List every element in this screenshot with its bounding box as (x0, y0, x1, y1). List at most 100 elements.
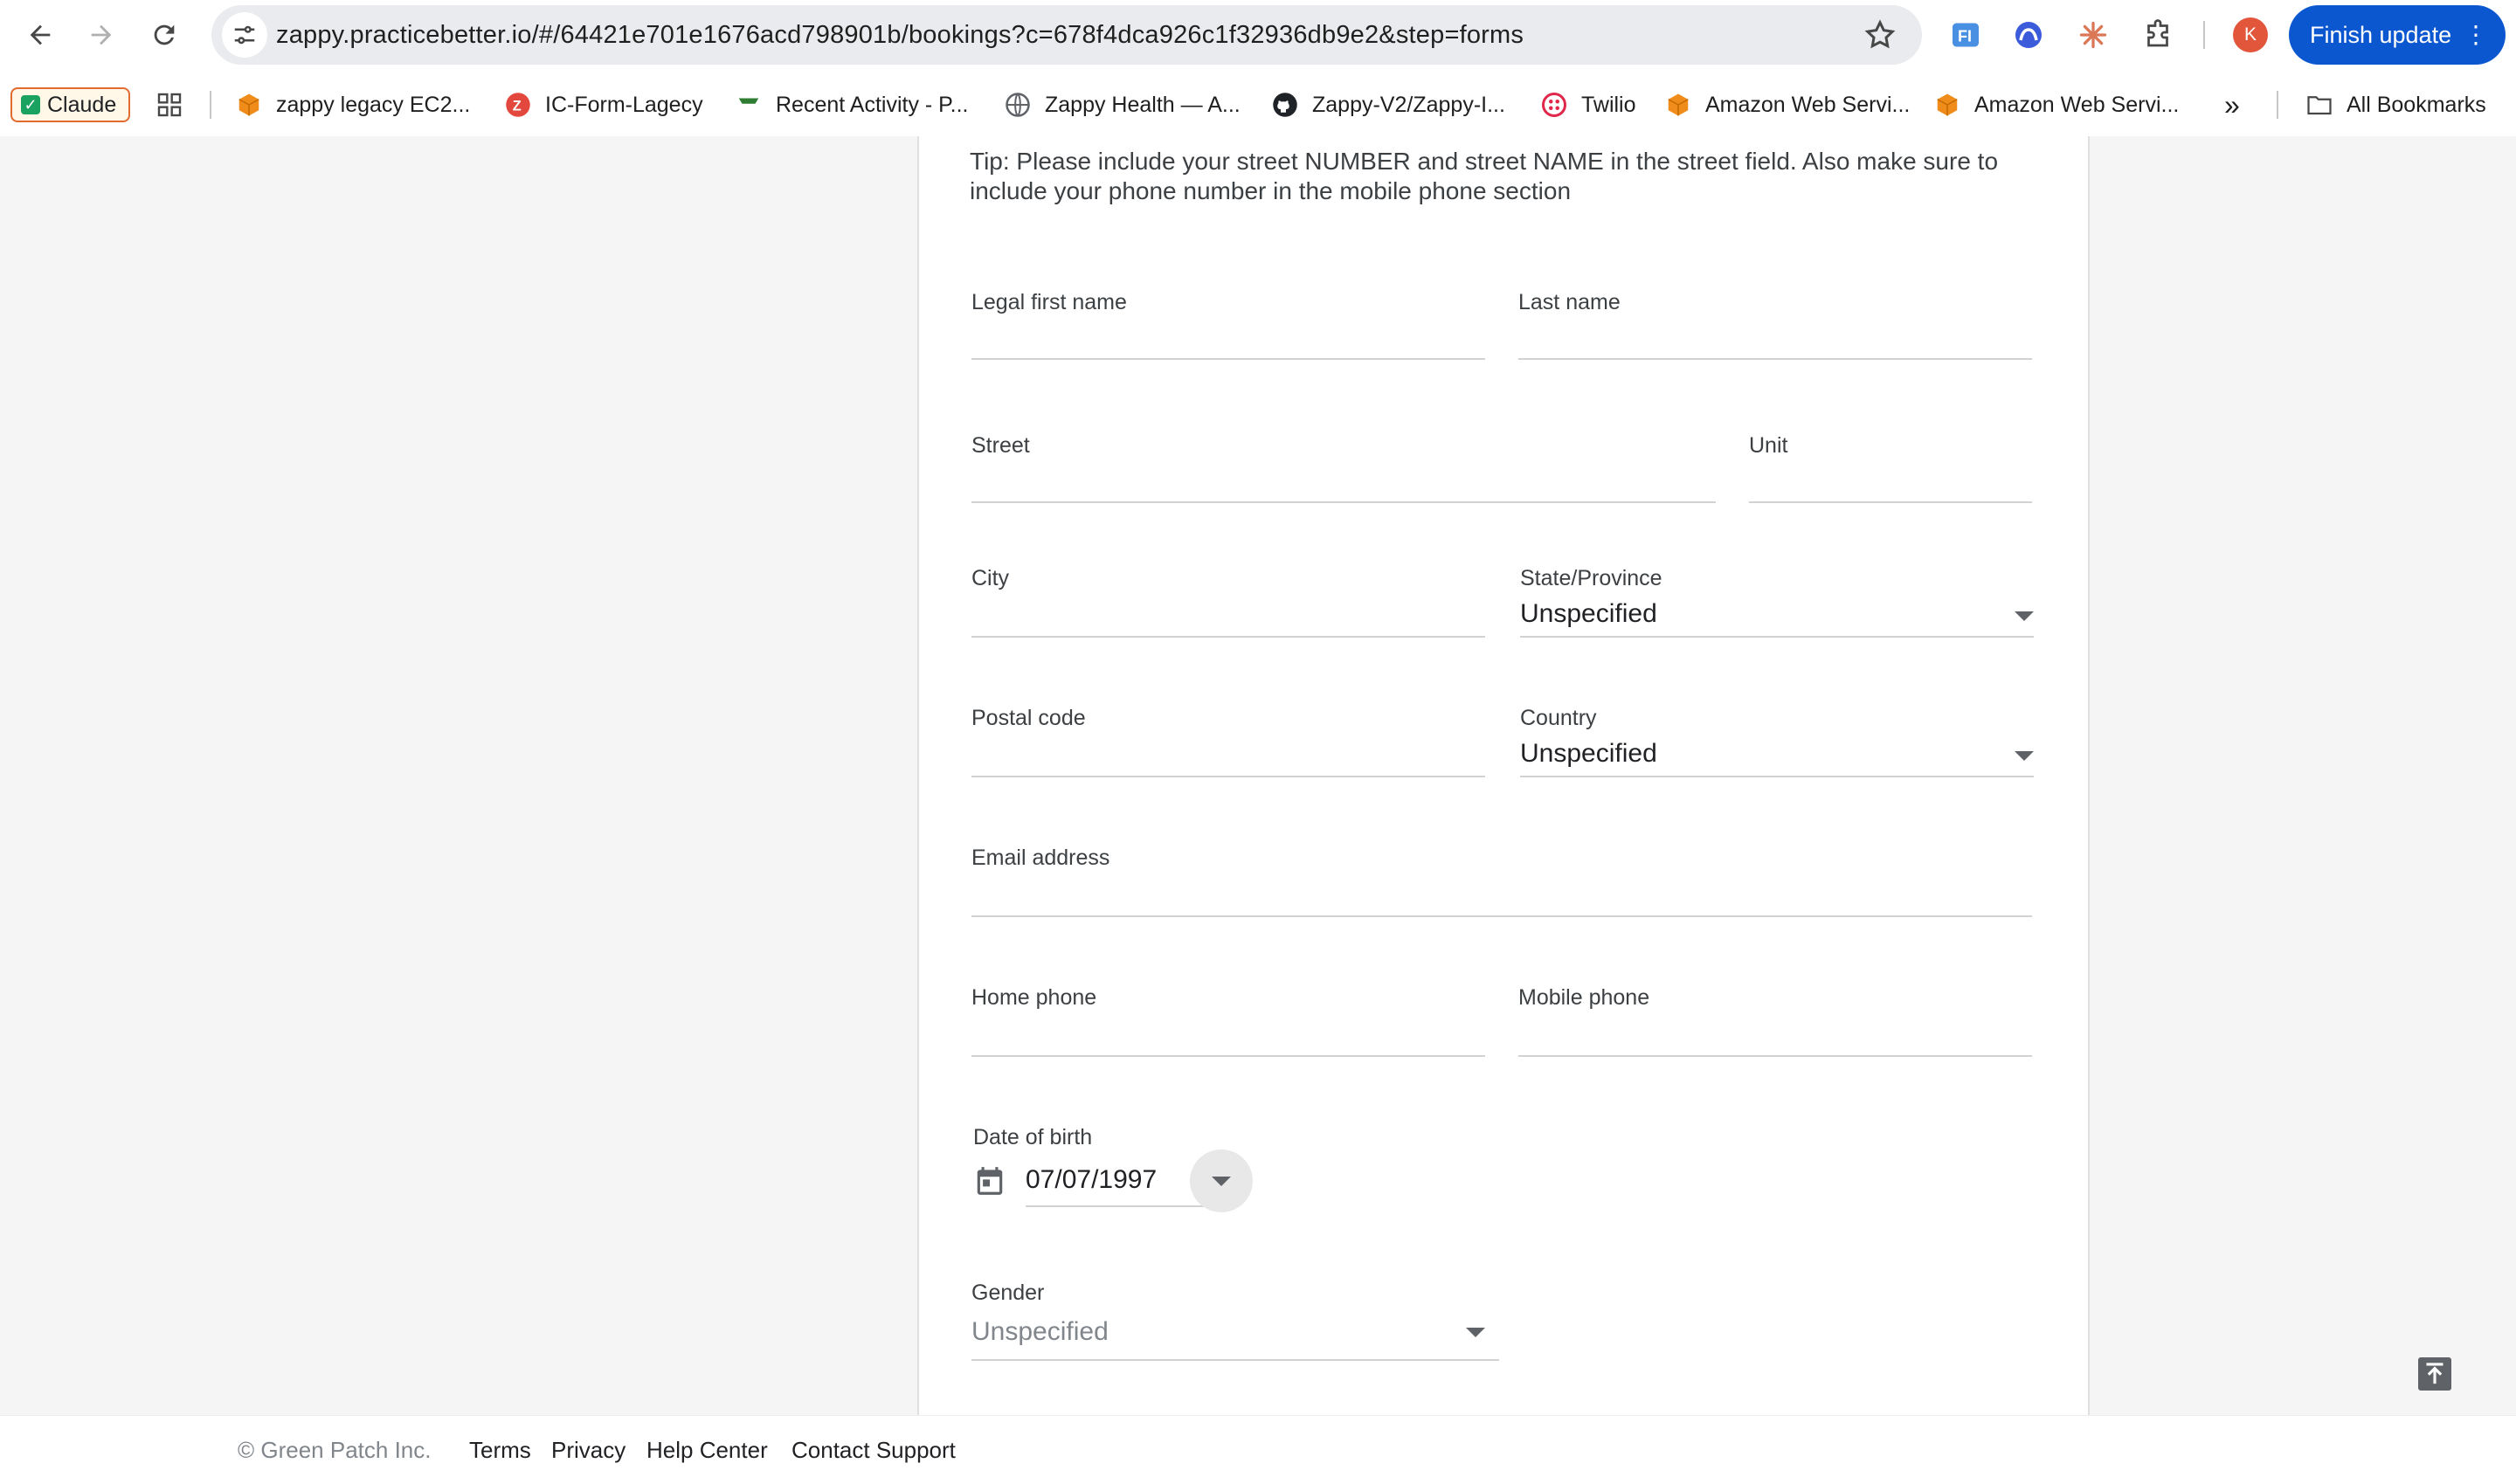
bookmark-label: Twilio (1581, 92, 1636, 117)
bookmark-github[interactable]: Zappy-V2/Zappy-I... (1272, 73, 1505, 136)
gender-label: Gender (971, 1280, 1045, 1305)
date-picker-toggle-button[interactable] (1190, 1149, 1253, 1212)
email-input[interactable] (971, 879, 2032, 914)
apps-grid-button[interactable] (156, 73, 183, 136)
extensions-button[interactable] (2137, 14, 2179, 56)
form-tip: Tip: Please include your street NUMBER a… (970, 148, 1999, 204)
gender-field[interactable]: Gender Unspecified (971, 1280, 1499, 1361)
chevron-down-icon[interactable] (1466, 1328, 1485, 1337)
globe-icon (1006, 93, 1030, 117)
date-of-birth-field: Date of birth 07/07/1997 (973, 1125, 1261, 1221)
email-field: Email address (971, 846, 2032, 917)
footer-link-help-center[interactable]: Help Center (646, 1416, 768, 1484)
last-name-label: Last name (1518, 290, 1621, 314)
bookmark-label: Recent Activity - P... (776, 92, 969, 117)
bookmark-zappy-health[interactable]: Zappy Health — A... (1005, 73, 1241, 136)
bookmark-star-icon[interactable] (1863, 17, 1897, 52)
bookmarks-overflow-button[interactable]: » (2224, 73, 2240, 136)
folder-icon (2307, 96, 2332, 115)
bookmark-label: zappy legacy EC2... (276, 92, 471, 117)
home-phone-field: Home phone (971, 985, 1485, 1057)
home-phone-label: Home phone (971, 985, 1097, 1010)
chevron-down-icon[interactable] (2015, 611, 2034, 621)
gender-select-value[interactable]: Unspecified (971, 1317, 1109, 1347)
bookmarks-divider (210, 91, 211, 119)
last-name-field: Last name (1518, 290, 2032, 360)
street-input[interactable] (971, 465, 1716, 500)
extension-blue-button[interactable] (2008, 14, 2049, 56)
bookmark-label: Claude (47, 92, 117, 117)
unit-input[interactable] (1749, 465, 2032, 500)
bookmark-aws-2[interactable]: Amazon Web Servi... (1934, 73, 2179, 136)
mobile-phone-input[interactable] (1518, 1018, 2032, 1053)
bookmark-label: IC-Form-Lagecy (545, 92, 703, 117)
footer-link-contact-support[interactable]: Contact Support (791, 1416, 956, 1484)
gender-underline (971, 1359, 1499, 1361)
forward-button[interactable] (75, 9, 128, 61)
bookmark-label: Amazon Web Servi... (1705, 92, 1911, 117)
translate-extension-icon: FI (1953, 23, 1979, 47)
scroll-to-top-button[interactable] (2418, 1357, 2451, 1391)
date-of-birth-label: Date of birth (973, 1125, 1093, 1149)
extension-claude-button[interactable] (2072, 14, 2114, 56)
city-label: City (971, 566, 1010, 590)
unit-field: Unit (1749, 433, 2032, 503)
bookmark-ic-form[interactable]: Z IC-Form-Lagecy (505, 73, 703, 136)
mobile-phone-label: Mobile phone (1518, 985, 1650, 1010)
first-name-field: Legal first name (971, 290, 1485, 360)
bookmark-recent-activity[interactable]: Recent Activity - P... (736, 73, 968, 136)
postal-code-input[interactable] (971, 739, 1485, 774)
state-select-value[interactable]: Unspecified (1520, 599, 1657, 629)
country-field[interactable]: Country Unspecified (1520, 706, 2034, 777)
bookmark-aws-1[interactable]: Amazon Web Servi... (1665, 73, 1910, 136)
finish-update-label: Finish update (2310, 22, 2452, 48)
site-info-button[interactable] (222, 12, 267, 58)
unit-underline (1749, 501, 2032, 503)
aws-icon (1668, 93, 1689, 116)
copyright-text: © Green Patch Inc. (238, 1437, 432, 1463)
date-of-birth-value[interactable]: 07/07/1997 (1026, 1165, 1157, 1195)
address-bar[interactable]: zappy.practicebetter.io/#/64421e701e1676… (211, 5, 1922, 65)
github-icon (1273, 93, 1297, 117)
home-phone-input[interactable] (971, 1018, 1485, 1053)
footer-link-terms[interactable]: Terms (469, 1416, 531, 1484)
tune-icon (234, 25, 255, 45)
last-name-input[interactable] (1518, 321, 2032, 356)
back-button[interactable] (14, 9, 66, 61)
postal-code-field: Postal code (971, 706, 1485, 777)
page-content: Tip: Please include your street NUMBER a… (0, 136, 2516, 1415)
footer-link-privacy[interactable]: Privacy (551, 1416, 626, 1484)
home-phone-underline (971, 1055, 1485, 1057)
green-flag-icon (738, 98, 759, 104)
browser-chrome: zappy.practicebetter.io/#/64421e701e1676… (0, 0, 2516, 136)
bookmarks-divider (2277, 91, 2278, 119)
email-underline (971, 915, 2032, 917)
svg-text:FI: FI (1958, 28, 1972, 45)
state-label: State/Province (1520, 566, 1662, 590)
state-field[interactable]: State/Province Unspecified (1520, 566, 2034, 638)
first-name-input[interactable] (971, 321, 1485, 356)
first-name-underline (971, 358, 1485, 360)
country-label: Country (1520, 706, 1597, 730)
aws-icon (238, 93, 259, 116)
kebab-menu-icon: ⋮ (2464, 21, 2488, 48)
all-bookmarks-label: All Bookmarks (2347, 92, 2486, 117)
bookmark-zappy-legacy[interactable]: zappy legacy EC2... (236, 73, 470, 136)
bookmark-label: Zappy-V2/Zappy-I... (1312, 92, 1505, 117)
url-text[interactable]: zappy.practicebetter.io/#/64421e701e1676… (276, 5, 1524, 65)
svg-text:Z: Z (513, 98, 522, 114)
extension-fi-button[interactable]: FI (1945, 14, 1987, 56)
apps-grid-icon (157, 93, 182, 117)
bookmark-claude[interactable]: ✓ Claude (10, 87, 131, 122)
calendar-icon[interactable] (973, 1163, 1006, 1198)
profile-avatar[interactable]: K (2233, 17, 2268, 52)
chevron-down-icon[interactable] (2015, 751, 2034, 761)
unit-label: Unit (1749, 433, 1788, 458)
all-bookmarks-button[interactable]: All Bookmarks (2306, 73, 2486, 136)
bookmark-twilio[interactable]: Twilio (1541, 73, 1636, 136)
city-input[interactable] (971, 599, 1485, 634)
country-select-value[interactable]: Unspecified (1520, 739, 1657, 769)
arrow-left-icon (30, 24, 51, 45)
reload-button[interactable] (138, 9, 190, 61)
finish-update-button[interactable]: Finish update ⋮ (2289, 5, 2506, 65)
